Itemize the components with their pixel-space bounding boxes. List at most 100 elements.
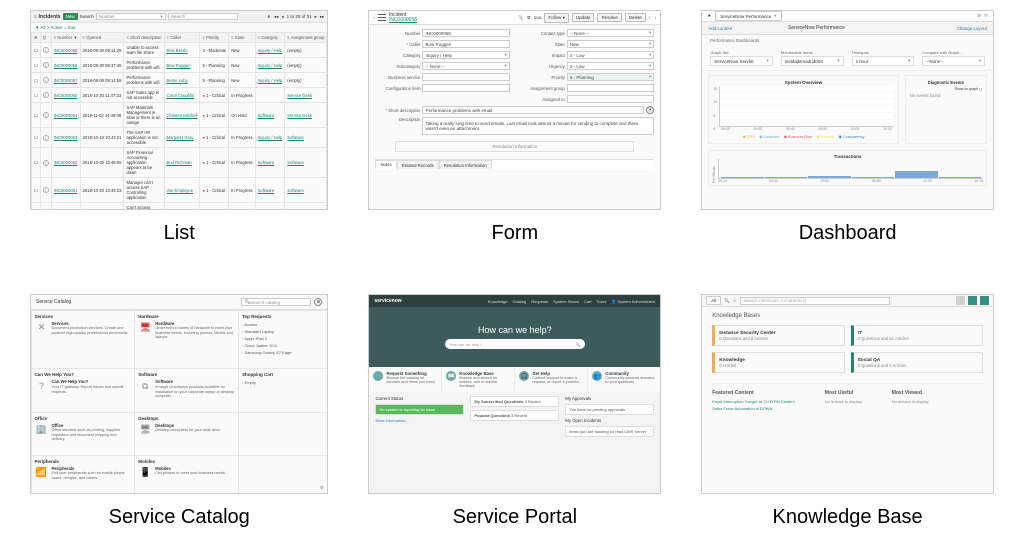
follow-button[interactable]: Follow ▾ bbox=[544, 13, 569, 23]
row-checkbox[interactable]: ☐ bbox=[32, 88, 41, 103]
row-checkbox[interactable]: ☐ bbox=[32, 148, 41, 178]
kb-view-list-icon[interactable] bbox=[956, 296, 965, 305]
kb-card-knowledge[interactable]: Knowledge0 Articles bbox=[712, 352, 844, 373]
portal-card-request-something[interactable]: 🛒Request SomethingBrowse the catalog for… bbox=[369, 367, 441, 392]
graph-set-select[interactable]: ServiceNow Servlet bbox=[710, 56, 773, 66]
contact-type-input[interactable]: -- None -- bbox=[567, 29, 654, 37]
portal-card-knowledge-base[interactable]: 📖Knowledge BaseBrowse and search for art… bbox=[442, 367, 514, 392]
short-description-input[interactable]: Performance problems with email bbox=[422, 106, 644, 114]
kb-card-instance-security-center[interactable]: Instance Security Center0 Questions and … bbox=[712, 325, 844, 346]
back-icon[interactable]: ★ bbox=[707, 13, 711, 19]
row-checkbox[interactable]: ☐ bbox=[32, 58, 41, 73]
caller-link[interactable]: Bud Richman bbox=[167, 160, 192, 165]
new-button[interactable]: New bbox=[63, 13, 78, 20]
kb-card-social-qa[interactable]: Social QA0 Questions and 0 Articles bbox=[851, 352, 983, 373]
table-row[interactable]: ☐iINC00000532018-10-13 10:43:21The SAP H… bbox=[32, 128, 327, 148]
list-item[interactable]: ◦ Standard Laptop bbox=[242, 328, 324, 335]
delete-button[interactable]: Delete bbox=[625, 13, 646, 22]
list-item[interactable]: ◦ Access bbox=[242, 321, 324, 328]
catalog-card-desktops[interactable]: Desktops🖥DesktopsDesktop computers for y… bbox=[134, 412, 239, 456]
dashboard-selector[interactable]: ServiceNow Performance bbox=[715, 11, 781, 21]
assignment-group-input[interactable] bbox=[567, 84, 654, 92]
settings-icon[interactable]: ⚙ bbox=[527, 15, 531, 21]
legend-item[interactable]: Business Rule bbox=[784, 134, 813, 139]
table-row[interactable]: ☐iINC00000542018-11-02 14:49:08SAP Mater… bbox=[32, 103, 327, 128]
portal-card-get-help[interactable]: 🎧Get HelpContact support to make a reque… bbox=[515, 367, 587, 392]
record-number-link[interactable]: INC0000058 bbox=[389, 18, 417, 23]
table-row[interactable]: ☐iINC00000502018-10-20 14:58:24Can't acc… bbox=[32, 203, 327, 211]
incident-number-link[interactable]: INC0000053 bbox=[54, 135, 78, 140]
portal-logo[interactable]: servicenow bbox=[374, 298, 401, 304]
row-checkbox[interactable]: ☐ bbox=[32, 73, 41, 88]
suggestion-icon[interactable]: ⦿ bbox=[646, 106, 654, 114]
urgency-input[interactable]: 2 - Low bbox=[567, 62, 654, 70]
incident-number-link[interactable]: INC0000052 bbox=[54, 160, 78, 165]
cart-icon[interactable]: ⊕ bbox=[314, 298, 322, 306]
resolve-button[interactable]: Resolve bbox=[597, 13, 621, 22]
table-row[interactable]: ☐iINC00000582018-08-30 09:37:45Performan… bbox=[32, 58, 327, 73]
kb-card-it[interactable]: IT3 Questions and 91 Articles bbox=[851, 325, 983, 346]
activity-icon[interactable]: ⋔ bbox=[267, 14, 271, 20]
incident-number-link[interactable]: INC0000054 bbox=[54, 113, 78, 118]
caller-link[interactable]: Christen Mitchell bbox=[167, 113, 198, 118]
info-icon[interactable]: i bbox=[40, 178, 51, 203]
caller-link[interactable]: Bow Ruggeri bbox=[167, 63, 191, 68]
kb-view-card-icon[interactable] bbox=[968, 296, 977, 305]
breadcrumb[interactable]: ▼ All > Active = true bbox=[31, 23, 327, 32]
nav-system-status[interactable]: System Status bbox=[553, 299, 579, 304]
impact-input[interactable]: 2 - Low bbox=[567, 51, 654, 59]
caller-link[interactable]: Carol Coughlin bbox=[167, 93, 195, 98]
info-icon[interactable]: i bbox=[40, 148, 51, 178]
subscribed-questions[interactable]: My Subscribed Questions 3 Recent bbox=[470, 396, 559, 407]
update-button[interactable]: Update bbox=[572, 13, 595, 22]
first-page-icon[interactable]: ◂◂ bbox=[274, 14, 279, 20]
table-row[interactable]: ☐iINC00000592018-09-30 09:14:29Unable to… bbox=[32, 43, 327, 58]
business-service-input[interactable] bbox=[422, 73, 509, 81]
incident-number-link[interactable]: INC0000057 bbox=[54, 78, 78, 83]
hamburger-icon[interactable] bbox=[378, 14, 386, 22]
row-checkbox[interactable]: ☐ bbox=[32, 43, 41, 58]
row-checkbox[interactable]: ☐ bbox=[32, 103, 41, 128]
nav-requests[interactable]: Requests bbox=[531, 299, 548, 304]
row-checkbox[interactable]: ☐ bbox=[32, 128, 41, 148]
col-5[interactable]: ≡ Caller bbox=[164, 33, 200, 43]
assigned-to-input[interactable] bbox=[567, 95, 654, 103]
gear-icon[interactable]: ⚙ bbox=[320, 485, 324, 491]
info-icon[interactable]: i bbox=[40, 73, 51, 88]
catalog-card-mobiles[interactable]: Mobiles📱MobilesCell phones to meet your … bbox=[134, 455, 239, 494]
timespan-select[interactable]: 1 hour bbox=[852, 56, 915, 66]
col-7[interactable]: ≡ State bbox=[229, 33, 255, 43]
incident-number-link[interactable]: INC0000051 bbox=[54, 188, 78, 193]
caller-link[interactable]: Bertie Luby bbox=[167, 78, 188, 83]
hamburger-icon[interactable]: ≡ bbox=[34, 14, 37, 19]
portal-card-community[interactable]: 👥CommunityCommunity-sourced answers to y… bbox=[588, 367, 660, 392]
tab-notes[interactable]: Notes bbox=[375, 160, 396, 169]
configuration-item-input[interactable] bbox=[422, 84, 509, 92]
col-4[interactable]: ≡ Short description bbox=[124, 33, 164, 43]
search-field-select[interactable]: Number▾ bbox=[96, 13, 166, 20]
more-icon[interactable]: ooo bbox=[534, 15, 542, 20]
add-content-link[interactable]: Add content bbox=[708, 26, 732, 31]
table-row[interactable]: ☐iINC00000522018-10-20 13:48:05SAP Finan… bbox=[32, 148, 327, 178]
row-checkbox[interactable]: ☐ bbox=[32, 203, 41, 211]
change-layout-link[interactable]: Change Layout bbox=[956, 26, 987, 31]
nav-knowledge[interactable]: Knowledge bbox=[488, 299, 508, 304]
list-item[interactable]: ◦ Cisco Jabber 10.5 bbox=[242, 342, 324, 349]
info-icon[interactable]: i bbox=[40, 103, 51, 128]
info-icon[interactable]: i bbox=[40, 43, 51, 58]
nav-down-icon[interactable]: ↓ bbox=[654, 15, 656, 20]
col-9[interactable]: ≡ Assignment group bbox=[285, 33, 327, 43]
legend-item[interactable]: Network bbox=[816, 134, 834, 139]
caller-link[interactable]: Joe Employee bbox=[167, 188, 194, 193]
user-menu[interactable]: 👤 System Administrator bbox=[611, 299, 655, 304]
list-item[interactable]: ◦ Samsung Galaxy S7 Edge bbox=[242, 349, 324, 356]
catalog-card-peripherals[interactable]: Peripherals📶PeripheralsEnd user peripher… bbox=[31, 455, 136, 494]
col-6[interactable]: ≡ Priority bbox=[200, 33, 229, 43]
nav-tours[interactable]: Tours bbox=[597, 299, 607, 304]
tab-resolution-information[interactable]: Resolution Information bbox=[439, 160, 492, 169]
kb-tab-all[interactable]: All bbox=[706, 296, 721, 305]
table-row[interactable]: ☐iINC00000512018-10-20 13:49:23Manager c… bbox=[32, 178, 327, 203]
subcategory-input[interactable]: -- None -- bbox=[422, 62, 509, 70]
compare-select[interactable]: --None-- bbox=[922, 56, 985, 66]
catalog-card-hardware[interactable]: Hardware🖥HardwareOrder from a variety of… bbox=[134, 310, 239, 370]
